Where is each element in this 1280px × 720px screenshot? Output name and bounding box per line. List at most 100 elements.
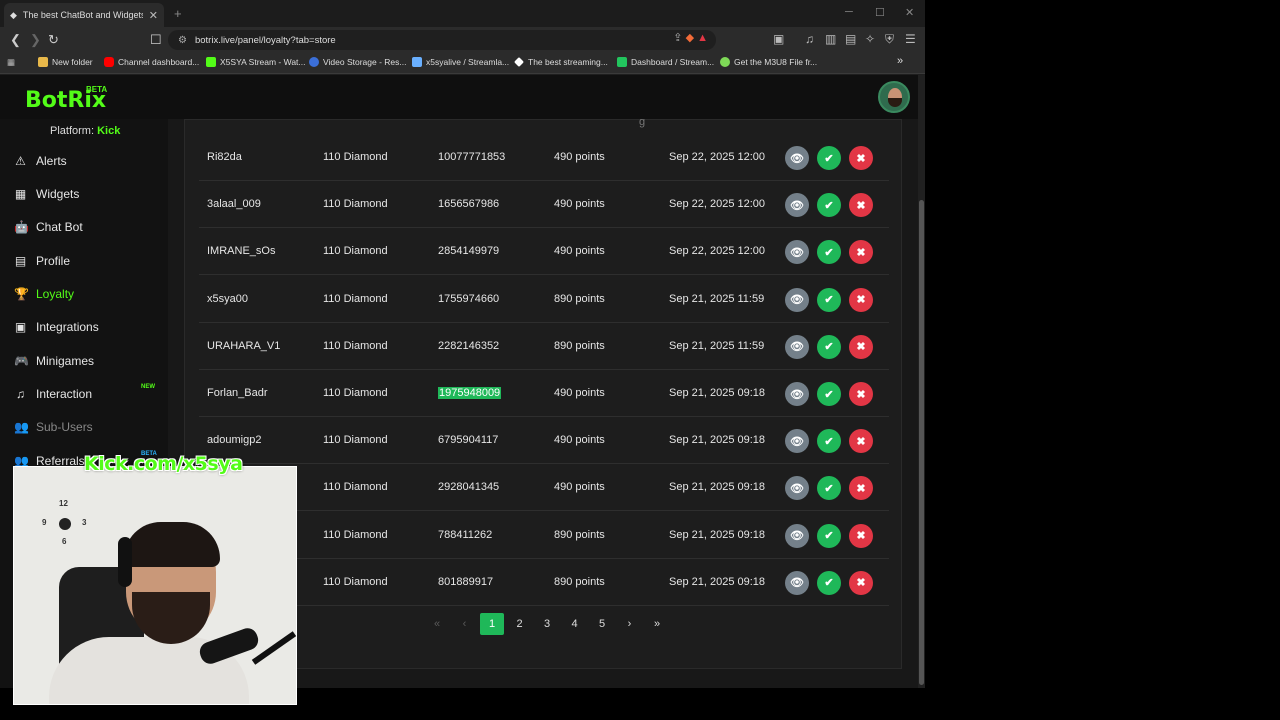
bookmark-6[interactable]: Dashboard / Stream... xyxy=(617,57,714,67)
page-scrollbar[interactable] xyxy=(918,75,925,688)
bookmark-4[interactable]: x5syalive / Streamla... xyxy=(412,57,509,67)
bookmark-icon[interactable]: ☐ xyxy=(150,32,162,48)
page-5-button[interactable]: 5 xyxy=(590,613,614,635)
browser-tab[interactable]: ◆ The best ChatBot and Widgets f... ✕ xyxy=(4,3,164,27)
reject-button[interactable]: ✖ xyxy=(849,146,873,170)
view-button[interactable]: 👁 xyxy=(785,287,809,312)
avatar[interactable] xyxy=(878,81,910,113)
approve-button[interactable]: ✔ xyxy=(817,193,841,218)
reward-name: 110 Diamond xyxy=(323,228,388,275)
tab-title: The best ChatBot and Widgets f... xyxy=(22,10,143,20)
last-page-button[interactable]: » xyxy=(645,613,669,635)
sidebar-item-integrations[interactable]: ▣ Integrations xyxy=(14,320,99,334)
reward-input-id-text: 2928041345 xyxy=(438,481,500,494)
scrollbar-thumb[interactable] xyxy=(919,200,924,685)
url-field[interactable]: ⚙ botrix.live/panel/loyalty?tab=store ⇪ … xyxy=(168,30,716,50)
apps-icon[interactable]: ▦ xyxy=(7,57,15,68)
reward-name: 110 Diamond xyxy=(323,370,388,417)
view-button[interactable]: 👁 xyxy=(785,146,809,170)
sidebar-item-loyalty[interactable]: 🏆 Loyalty xyxy=(14,287,74,301)
view-button[interactable]: 👁 xyxy=(785,240,809,265)
minimize-icon[interactable]: ─ xyxy=(845,6,853,18)
bookmark-5[interactable]: The best streaming... xyxy=(514,57,608,67)
clock-hub xyxy=(59,518,71,530)
wallet-icon[interactable]: ▤ xyxy=(845,32,856,46)
redeemer-username-text: Ri82da xyxy=(207,151,242,163)
points-cost-text: 490 points xyxy=(554,198,605,211)
reject-button[interactable]: ✖ xyxy=(849,523,873,548)
approve-button[interactable]: ✔ xyxy=(817,382,841,406)
redeemer-username: Ri82da xyxy=(207,134,242,181)
share-icon[interactable]: ⇪ ◆ ▲ xyxy=(673,31,708,44)
reload-icon[interactable]: ↻ xyxy=(48,32,59,48)
sidebar-item-interaction[interactable]: ♫ Interaction xyxy=(14,387,92,401)
reward-name: 110 Diamond xyxy=(323,464,388,511)
page-3-button[interactable]: 3 xyxy=(535,613,559,635)
approve-button[interactable]: ✔ xyxy=(817,146,841,170)
site-info-icon[interactable]: ⚙ xyxy=(178,35,187,46)
redeemed-date: Sep 22, 2025 12:00 xyxy=(669,181,765,228)
approve-button[interactable]: ✔ xyxy=(817,334,841,359)
sidebar-item-alerts[interactable]: ⚠ Alerts xyxy=(14,154,67,168)
redeemer-username-text: Forlan_Badr xyxy=(207,387,268,399)
approve-button[interactable]: ✔ xyxy=(817,240,841,265)
leo-icon[interactable]: ✧ xyxy=(865,32,875,46)
media-icon[interactable]: ♫ xyxy=(805,32,814,46)
maximize-icon[interactable]: ☐ xyxy=(875,6,885,19)
sidebar-item-chat-bot[interactable]: 🤖 Chat Bot xyxy=(14,220,83,234)
redeemed-date-text: Sep 21, 2025 09:18 xyxy=(669,481,766,494)
approve-button[interactable]: ✔ xyxy=(817,476,841,501)
reject-button[interactable]: ✖ xyxy=(849,382,873,406)
bookmark-2[interactable]: X5SYA Stream - Wat... xyxy=(206,57,306,67)
reject-button[interactable]: ✖ xyxy=(849,240,873,265)
points-cost: 490 points xyxy=(554,417,605,464)
reject-button[interactable]: ✖ xyxy=(849,334,873,359)
view-button[interactable]: 👁 xyxy=(785,476,809,501)
new-tab-button[interactable]: + xyxy=(174,6,182,21)
bookmark-3[interactable]: Video Storage - Res... xyxy=(309,57,406,67)
redeemed-date-text: Sep 21, 2025 09:18 xyxy=(669,528,766,541)
sidebar-item-profile[interactable]: ▤ Profile xyxy=(14,254,70,268)
reader-icon[interactable]: ▣ xyxy=(773,32,784,46)
approve-button[interactable]: ✔ xyxy=(817,570,841,595)
sidebar-item-minigames[interactable]: 🎮 Minigames xyxy=(14,354,94,368)
close-window-icon[interactable]: ✕ xyxy=(905,6,914,19)
prev-page-button[interactable]: ‹ xyxy=(453,613,477,635)
view-button[interactable]: 👁 xyxy=(785,429,809,454)
reject-button[interactable]: ✖ xyxy=(849,476,873,501)
approve-button[interactable]: ✔ xyxy=(817,523,841,548)
page-2-button[interactable]: 2 xyxy=(508,613,532,635)
close-tab-icon[interactable]: ✕ xyxy=(149,9,158,22)
sidebar-item-widgets[interactable]: ▦ Widgets xyxy=(14,187,80,201)
back-icon[interactable]: ❮ xyxy=(10,32,21,48)
sidebar-item-sub-users[interactable]: 👥 Sub-Users xyxy=(14,420,93,434)
view-button[interactable]: 👁 xyxy=(785,193,809,218)
approve-button[interactable]: ✔ xyxy=(817,287,841,312)
reward-name: 110 Diamond xyxy=(323,559,388,606)
points-cost-text: 890 points xyxy=(554,339,605,352)
bookmark-1[interactable]: Channel dashboard... xyxy=(104,57,199,67)
view-button[interactable]: 👁 xyxy=(785,523,809,548)
bookmarks-more-button[interactable]: » xyxy=(897,55,903,67)
reject-button[interactable]: ✖ xyxy=(849,570,873,595)
approve-button[interactable]: ✔ xyxy=(817,429,841,454)
next-page-button[interactable]: › xyxy=(618,613,642,635)
points-cost: 490 points xyxy=(554,464,605,511)
view-button[interactable]: 👁 xyxy=(785,334,809,359)
reject-button[interactable]: ✖ xyxy=(849,287,873,312)
menu-icon[interactable]: ☰ xyxy=(905,32,916,46)
bookmark-7[interactable]: Get the M3U8 File fr... xyxy=(720,57,817,67)
page-1-button[interactable]: 1 xyxy=(480,613,504,635)
reject-button[interactable]: ✖ xyxy=(849,193,873,218)
first-page-button[interactable]: « xyxy=(425,613,449,635)
sidebar-icon[interactable]: ▥ xyxy=(825,32,836,46)
reject-button[interactable]: ✖ xyxy=(849,429,873,454)
vpn-icon[interactable]: ⛨ xyxy=(885,32,894,47)
forward-icon[interactable]: ❯ xyxy=(30,32,41,48)
view-button[interactable]: 👁 xyxy=(785,382,809,406)
view-button[interactable]: 👁 xyxy=(785,570,809,595)
redeemed-date: Sep 21, 2025 09:18 xyxy=(669,559,765,606)
bookmark-0[interactable]: New folder xyxy=(38,57,93,67)
page-4-button[interactable]: 4 xyxy=(563,613,587,635)
logo-beta-badge: BETA xyxy=(86,85,108,94)
